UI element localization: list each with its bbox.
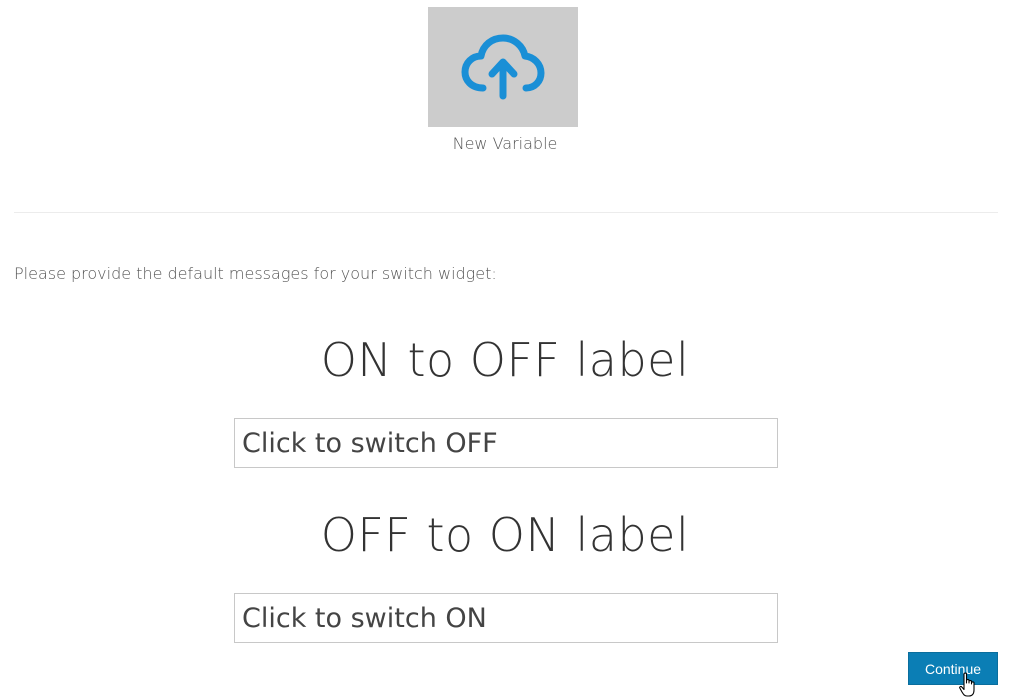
off-to-on-input[interactable] [234, 593, 778, 643]
on-to-off-heading: ON to OFF label [320, 333, 690, 387]
off-to-on-heading: OFF to ON label [320, 508, 690, 562]
section-divider [14, 212, 998, 213]
on-to-off-input[interactable] [234, 418, 778, 468]
new-variable-tile[interactable] [428, 7, 578, 127]
instructions-text: Please provide the default messages for … [14, 264, 497, 283]
continue-button[interactable]: Continue [908, 652, 998, 685]
cloud-upload-icon [461, 34, 545, 100]
switch-widget-setup-page: New Variable Please provide the default … [0, 0, 1018, 699]
new-variable-label: New Variable [452, 134, 558, 153]
